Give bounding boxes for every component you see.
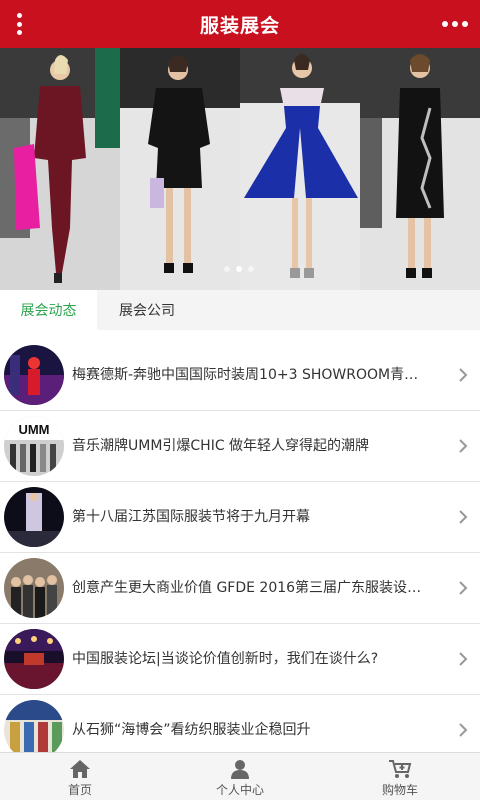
- cart-icon: [389, 760, 412, 778]
- chevron-right-icon: [459, 581, 468, 595]
- news-title: 梅赛德斯-奔驰中国国际时装周10+3 SHOWROOM青年设计师: [72, 367, 432, 383]
- news-title: 从石狮“海博会”看纺织服装业企稳回升: [72, 722, 311, 738]
- chevron-right-icon: [459, 439, 468, 453]
- news-list: 梅赛德斯-奔驰中国国际时装周10+3 SHOWROOM青年设计师 UMM 音乐潮…: [0, 340, 480, 766]
- nav-cart[interactable]: 购物车: [320, 753, 480, 800]
- more-icon[interactable]: [442, 14, 468, 34]
- carousel-dot-active[interactable]: [236, 266, 242, 272]
- tab-expo-companies[interactable]: 展会公司: [97, 290, 197, 330]
- news-thumbnail: [4, 558, 64, 618]
- chevron-right-icon: [459, 368, 468, 382]
- news-title: 音乐潮牌UMM引爆CHIC 做年轻人穿得起的潮牌: [72, 438, 370, 454]
- chevron-right-icon: [459, 510, 468, 524]
- news-title: 中国服装论坛|当谈论价值创新时，我们在谈什么?: [72, 651, 379, 667]
- list-item[interactable]: 第十八届江苏国际服装节将于九月开幕: [0, 482, 480, 553]
- carousel-dot[interactable]: [224, 266, 230, 272]
- news-title: 创意产生更大商业价值 GFDE 2016第三届广东服装设计师峰会: [72, 580, 432, 596]
- news-title: 第十八届江苏国际服装节将于九月开幕: [72, 509, 310, 525]
- chevron-right-icon: [459, 723, 468, 737]
- list-item[interactable]: 中国服装论坛|当谈论价值创新时，我们在谈什么?: [0, 624, 480, 695]
- news-thumbnail: [4, 700, 64, 760]
- nav-home[interactable]: 首页: [0, 753, 160, 800]
- banner-image-1: [0, 48, 120, 290]
- news-thumbnail: [4, 487, 64, 547]
- banner-image-2: [120, 48, 240, 290]
- top-bar: 服装展会: [0, 0, 480, 48]
- chevron-right-icon: [459, 652, 468, 666]
- tab-expo-news[interactable]: 展会动态: [0, 290, 97, 330]
- carousel-indicator[interactable]: [224, 266, 254, 272]
- menu-icon[interactable]: [8, 10, 30, 38]
- news-thumbnail: [4, 629, 64, 689]
- news-thumbnail: [4, 345, 64, 405]
- page-title: 服装展会: [199, 14, 280, 37]
- user-icon: [231, 760, 249, 779]
- list-item[interactable]: 创意产生更大商业价值 GFDE 2016第三届广东服装设计师峰会: [0, 553, 480, 624]
- umm-logo-text: UMM: [18, 422, 49, 437]
- bottom-nav: 首页 个人中心 购物车: [0, 752, 480, 800]
- nav-home-label: 首页: [67, 783, 92, 797]
- banner-image-3: [240, 48, 360, 290]
- banner-carousel[interactable]: [0, 48, 480, 290]
- nav-cart-label: 购物车: [381, 783, 418, 797]
- list-item[interactable]: UMM 音乐潮牌UMM引爆CHIC 做年轻人穿得起的潮牌: [0, 411, 480, 482]
- banner-image-4: [360, 48, 480, 290]
- carousel-dot[interactable]: [248, 266, 254, 272]
- list-item[interactable]: 梅赛德斯-奔驰中国国际时装周10+3 SHOWROOM青年设计师: [0, 340, 480, 411]
- news-thumbnail: UMM: [4, 416, 64, 476]
- home-icon: [70, 760, 90, 778]
- nav-user-center[interactable]: 个人中心: [160, 753, 320, 800]
- nav-user-center-label: 个人中心: [215, 783, 264, 797]
- news-tabs: 展会动态 展会公司: [0, 290, 480, 330]
